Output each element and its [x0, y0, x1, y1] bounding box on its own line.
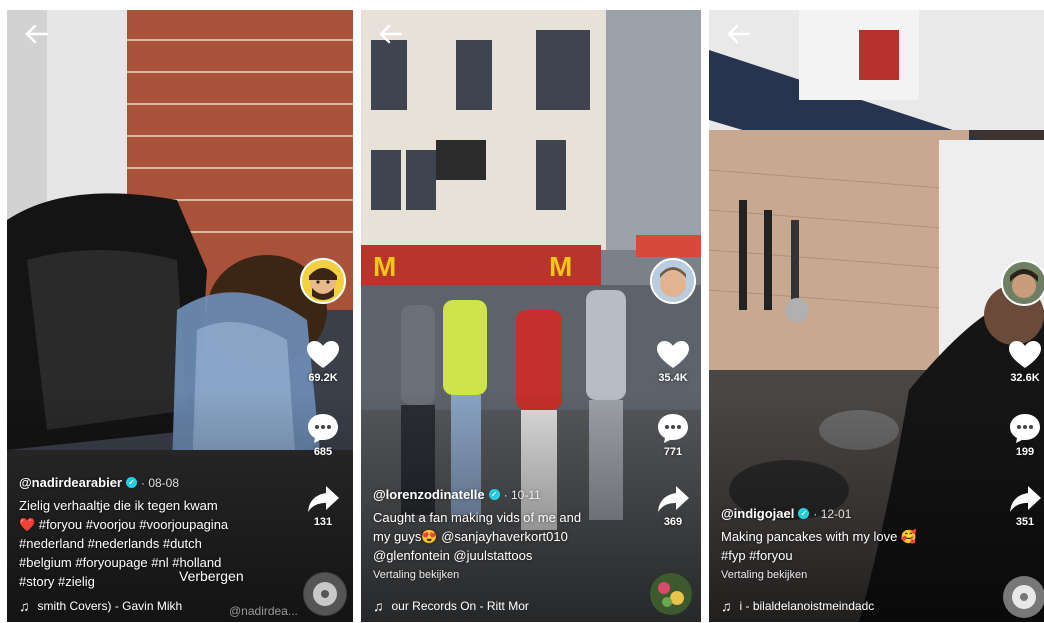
- share-arrow-icon: [658, 486, 689, 512]
- like-button[interactable]: 35.4K: [643, 340, 701, 384]
- creator-username[interactable]: @indigojael ✓ · 12-01: [721, 506, 917, 521]
- avatar-face-icon: [309, 268, 337, 300]
- heart-icon: [1009, 341, 1041, 368]
- svg-text:M: M: [373, 251, 396, 282]
- video-info: @lorenzodinatelle ✓ · 10-11 Caught a fan…: [373, 487, 581, 581]
- comment-button[interactable]: 199: [995, 412, 1044, 458]
- comment-count: 199: [1015, 446, 1035, 458]
- share-button[interactable]: 369: [643, 484, 701, 528]
- music-info[interactable]: ♫ smith Covers) - Gavin Mikh: [19, 598, 182, 614]
- music-note-icon: ♫: [373, 598, 384, 614]
- music-info[interactable]: ♫ i - bilaldelanoistmeindadc: [721, 598, 874, 614]
- music-title: smith Covers) - Gavin Mikh: [37, 599, 183, 613]
- share-count: 131: [313, 516, 333, 528]
- share-button[interactable]: 351: [995, 484, 1044, 528]
- share-count: 369: [663, 516, 683, 528]
- creator-avatar[interactable]: [650, 258, 696, 304]
- post-date: · 12-01: [813, 506, 852, 521]
- share-arrow-icon: [308, 486, 339, 512]
- back-arrow-icon[interactable]: [25, 24, 49, 44]
- share-arrow-icon: [1010, 486, 1041, 512]
- music-disc[interactable]: [303, 572, 347, 616]
- heart-icon: [307, 341, 339, 368]
- creator-avatar[interactable]: [1001, 260, 1044, 306]
- share-button[interactable]: 131: [293, 484, 353, 528]
- hide-button[interactable]: Verbergen: [179, 568, 244, 584]
- comment-button[interactable]: 685: [293, 412, 353, 458]
- avatar-face-icon: [1003, 262, 1044, 304]
- verified-badge-icon: ✓: [488, 489, 500, 500]
- music-info[interactable]: ♫ our Records On - Ritt Mor: [373, 598, 529, 614]
- avatar-face-icon: [652, 260, 694, 302]
- like-count: 69.2K: [308, 372, 338, 384]
- post-date: · 10-11: [503, 487, 541, 502]
- share-count: 351: [1015, 516, 1035, 528]
- post-date: · 08-08: [141, 475, 180, 490]
- video-panel-1[interactable]: 69.2K 685 131 @nadirdearabier ✓ · 08-08 …: [7, 10, 353, 622]
- creator-avatar[interactable]: [300, 258, 346, 304]
- like-button[interactable]: 32.6K: [995, 340, 1044, 384]
- comment-bubble-icon: [308, 414, 338, 443]
- sound-disc-icon: [1003, 576, 1044, 618]
- video-panel-3[interactable]: 32.6K 199 351 @indigojael ✓ · 12-01 Maki…: [709, 10, 1044, 622]
- video-caption: Caught a fan making vids of me and my gu…: [373, 510, 582, 563]
- video-caption: Making pancakes with my love 🥰 #fyp #for…: [721, 529, 918, 563]
- music-title: our Records On - Ritt Mor: [391, 599, 529, 613]
- sound-disc-icon: [650, 573, 692, 615]
- like-count: 35.4K: [658, 372, 688, 384]
- music-disc[interactable]: [1002, 575, 1044, 619]
- translate-link[interactable]: Vertaling bekijken: [373, 569, 581, 581]
- creator-username[interactable]: @lorenzodinatelle ✓ · 10-11: [373, 487, 581, 502]
- verified-badge-icon: ✓: [126, 477, 137, 488]
- comment-button[interactable]: 771: [643, 412, 701, 458]
- translate-link[interactable]: Vertaling bekijken: [721, 569, 917, 581]
- comment-bubble-icon: [658, 414, 688, 443]
- verified-badge-icon: ✓: [798, 508, 810, 519]
- svg-text:M: M: [549, 251, 572, 282]
- comment-bubble-icon: [1010, 414, 1040, 443]
- creator-username[interactable]: @nadirdearabier ✓ · 08-08: [19, 475, 228, 490]
- sound-disc-icon: [304, 573, 346, 615]
- music-note-icon: ♫: [19, 598, 30, 614]
- like-count: 32.6K: [1010, 372, 1040, 384]
- back-arrow-icon[interactable]: [379, 24, 403, 44]
- music-note-icon: ♫: [721, 598, 732, 614]
- tiktok-watermark: @nadirdea...: [229, 604, 298, 618]
- heart-icon: [657, 341, 689, 368]
- comment-count: 771: [663, 446, 683, 458]
- back-arrow-icon[interactable]: [727, 24, 751, 44]
- music-title: i - bilaldelanoistmeindadc: [739, 599, 875, 613]
- like-button[interactable]: 69.2K: [293, 340, 353, 384]
- video-panel-2[interactable]: M M 35.4K 771 369 @lorenzodinatelle ✓ · …: [361, 10, 701, 622]
- video-info: @indigojael ✓ · 12-01 Making pancakes wi…: [721, 506, 917, 581]
- comment-count: 685: [313, 446, 333, 458]
- music-disc[interactable]: [649, 572, 693, 616]
